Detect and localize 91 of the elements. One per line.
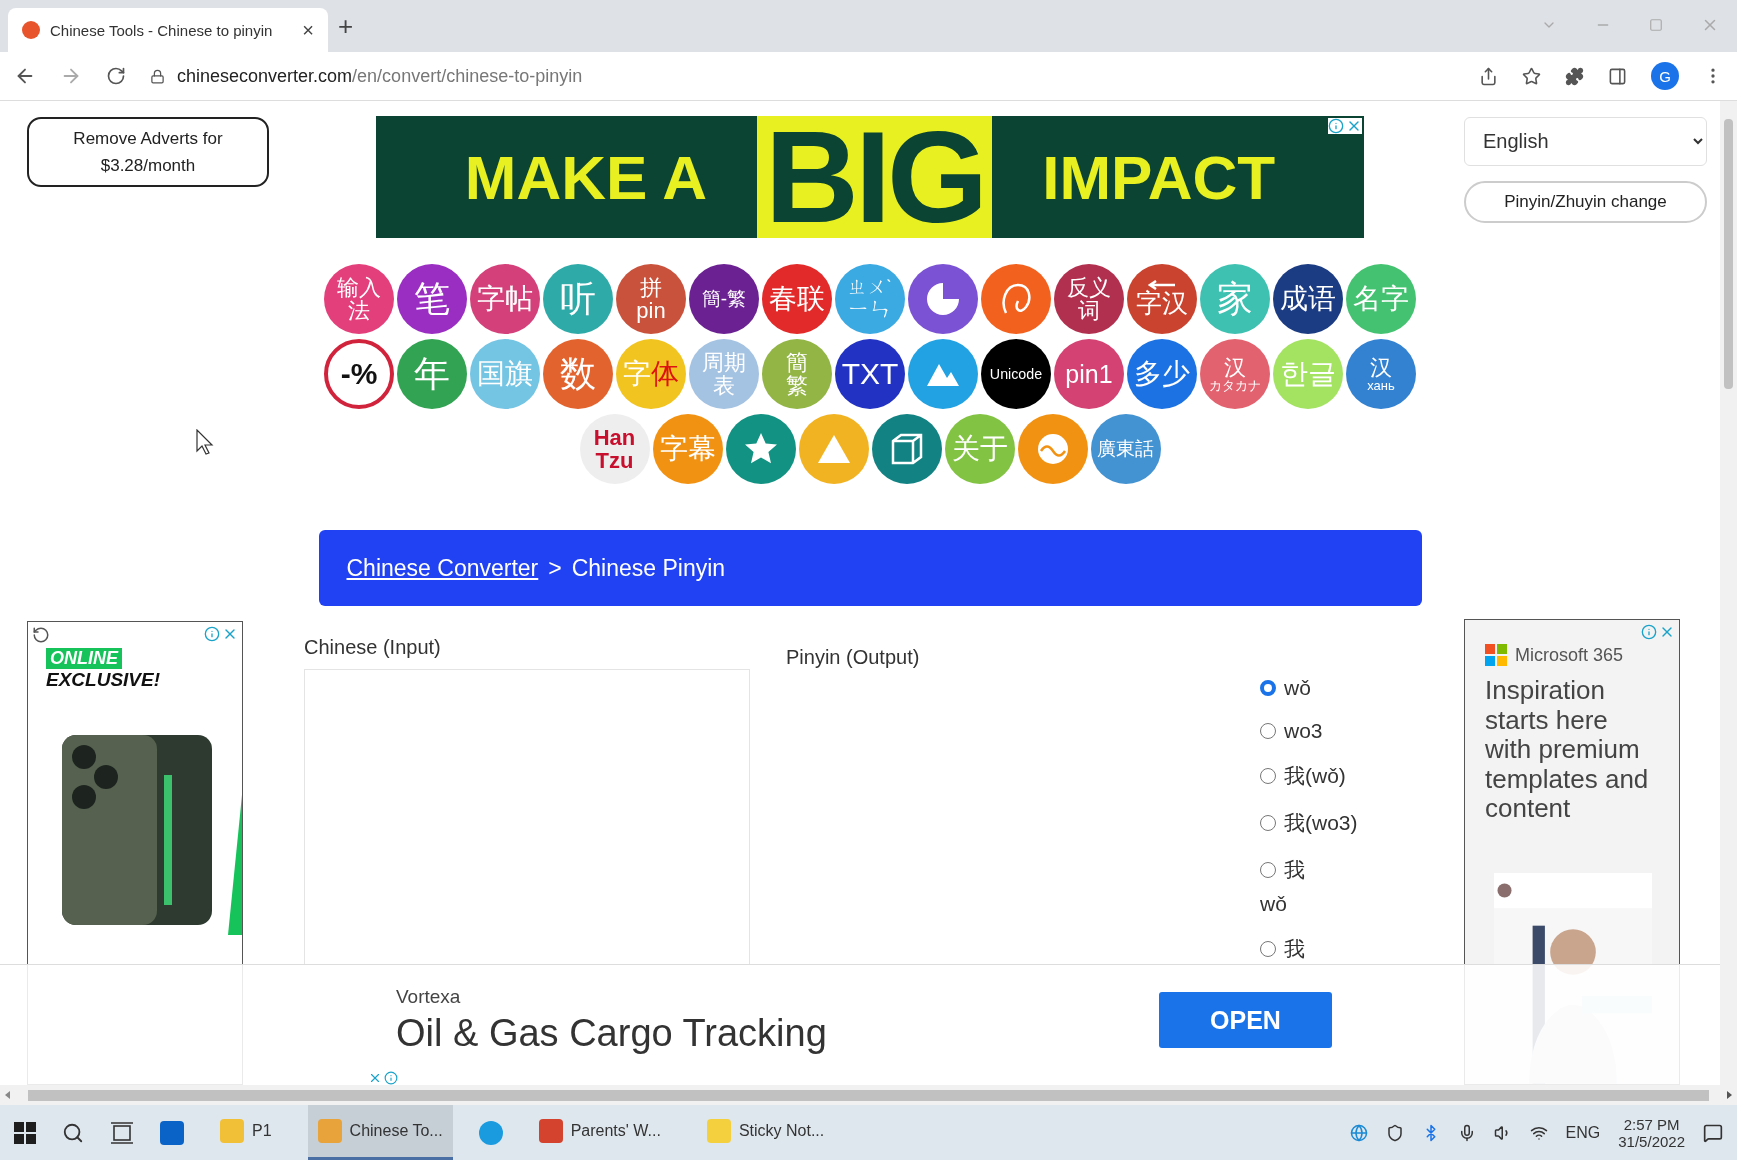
app-icon bbox=[317, 1119, 342, 1143]
input-label: Chinese (Input) bbox=[304, 636, 442, 659]
tab-title: Chinese Tools - Chinese to pinyin bbox=[50, 21, 274, 39]
info-icon[interactable] bbox=[204, 625, 220, 642]
app-icon bbox=[220, 1119, 244, 1143]
tool-link[interactable]: 簡-繁 bbox=[689, 264, 759, 334]
scroll-right-icon[interactable] bbox=[1725, 1091, 1733, 1099]
ad-headline: Oil & Gas Cargo Tracking bbox=[396, 1011, 828, 1055]
language-indicator[interactable]: ENG bbox=[1565, 1123, 1601, 1142]
url-text[interactable]: chineseconverter.com/en/convert/chinese-to-pinyin bbox=[177, 65, 583, 87]
banner-text: IMPACT bbox=[1042, 141, 1276, 213]
info-icon[interactable] bbox=[384, 1071, 398, 1085]
search-icon[interactable] bbox=[62, 1121, 84, 1144]
scrollbar-thumb[interactable] bbox=[1724, 119, 1733, 389]
remove-adverts-button[interactable]: Remove Adverts for $3.28/month bbox=[27, 117, 269, 187]
tab-close-button[interactable]: × bbox=[302, 18, 314, 42]
banner-big-text: BIG bbox=[757, 116, 993, 238]
radio-option[interactable]: 我(wo3) bbox=[1260, 809, 1450, 837]
left-arrow-icon bbox=[1147, 280, 1177, 291]
replay-icon[interactable] bbox=[32, 625, 50, 644]
new-tab-button[interactable]: + bbox=[338, 11, 354, 42]
tool-link[interactable]: 汉 хань bbox=[1346, 339, 1416, 409]
profile-avatar[interactable]: G bbox=[1651, 62, 1679, 90]
tool-link[interactable]: 笔 bbox=[397, 264, 467, 334]
tool-link[interactable]: -% bbox=[324, 339, 394, 409]
tool-link[interactable]: 汉 カタカナ bbox=[1200, 339, 1270, 409]
scrollbar-thumb[interactable] bbox=[28, 1089, 1709, 1101]
browser-app-icon[interactable] bbox=[478, 1120, 503, 1145]
taskbar-app[interactable]: Sticky Not... bbox=[696, 1105, 835, 1160]
extensions-icon[interactable] bbox=[1565, 66, 1584, 86]
tool-link[interactable]: 拼 pin bbox=[616, 264, 686, 334]
tool-link[interactable]: Han Tzu bbox=[579, 414, 650, 484]
info-icon[interactable] bbox=[1641, 624, 1657, 641]
breadcrumb-current: Chinese Pinyin bbox=[571, 554, 726, 582]
tool-link[interactable]: 廣東話 bbox=[1090, 414, 1161, 484]
ad-advertiser: Vortexa bbox=[396, 985, 462, 1008]
tool-link[interactable]: 春联 bbox=[762, 264, 832, 334]
banner-ad[interactable]: MAKE A BIG IMPACT bbox=[376, 116, 1364, 238]
globe-icon[interactable] bbox=[1349, 1123, 1368, 1142]
language-select[interactable]: English bbox=[1464, 117, 1707, 166]
mouse-cursor-icon bbox=[196, 429, 214, 455]
tool-link[interactable]: 字帖 bbox=[470, 264, 540, 334]
input-field[interactable] bbox=[304, 669, 750, 965]
windows-logo-icon bbox=[1485, 644, 1507, 667]
reload-icon[interactable] bbox=[106, 66, 126, 86]
breadcrumb-separator: > bbox=[548, 554, 562, 582]
scroll-left-icon[interactable] bbox=[4, 1091, 12, 1099]
bookmark-star-icon[interactable] bbox=[1522, 66, 1541, 86]
radio-option[interactable]: 我 wǒ bbox=[1260, 856, 1450, 916]
tool-link[interactable]: TXT bbox=[835, 339, 905, 409]
banner-text: MAKE A bbox=[464, 141, 708, 213]
radio-option[interactable]: wǒ bbox=[1260, 676, 1450, 700]
tool-link[interactable]: Unicode bbox=[981, 339, 1051, 409]
pinyin-zhuyin-button[interactable]: Pinyin/Zhuyin change bbox=[1464, 180, 1707, 224]
windows-start-icon[interactable] bbox=[14, 1121, 36, 1144]
radio-option[interactable]: wo3 bbox=[1260, 719, 1450, 743]
radio-button[interactable] bbox=[1260, 680, 1276, 696]
ad-headline: EXCLUSIVE! bbox=[46, 668, 162, 691]
tool-link[interactable]: 数 bbox=[543, 339, 613, 409]
breadcrumb-link[interactable]: Chinese Converter bbox=[346, 554, 539, 582]
tool-link[interactable]: 输入 法 bbox=[324, 264, 394, 334]
share-icon[interactable] bbox=[1479, 66, 1498, 86]
taskbar-app[interactable]: Chinese To... bbox=[307, 1105, 453, 1160]
side-panel-icon[interactable] bbox=[1608, 66, 1627, 86]
app-icon bbox=[538, 1119, 563, 1143]
ad-brand: Microsoft 365 bbox=[1515, 644, 1624, 666]
mail-app-icon[interactable] bbox=[160, 1120, 184, 1145]
tool-link[interactable]: pin1 bbox=[1054, 339, 1124, 409]
taskbar-app[interactable]: Parents' W... bbox=[528, 1105, 671, 1160]
favicon-icon bbox=[22, 21, 40, 39]
tool-link[interactable]: 反义 词 bbox=[1054, 264, 1124, 334]
shield-icon[interactable] bbox=[1385, 1123, 1404, 1142]
close-icon[interactable] bbox=[368, 1071, 382, 1085]
open-button[interactable]: OPEN bbox=[1159, 992, 1332, 1048]
ad-tag: ONLINE bbox=[46, 647, 122, 669]
task-view-icon[interactable] bbox=[110, 1121, 134, 1144]
notification-icon[interactable] bbox=[1703, 1122, 1723, 1143]
tool-link[interactable]: 年 bbox=[397, 339, 467, 409]
info-icon[interactable] bbox=[1328, 118, 1344, 134]
tool-link[interactable]: 成语 bbox=[1273, 264, 1343, 334]
radio-option[interactable]: 我(wǒ) bbox=[1260, 762, 1450, 790]
taskbar-app[interactable]: P1 bbox=[210, 1105, 282, 1160]
ad-headline: Inspiration starts here with premium templates and content bbox=[1485, 676, 1650, 824]
output-label: Pinyin (Output) bbox=[786, 646, 920, 668]
tool-link[interactable]: 字汉 bbox=[1127, 264, 1197, 334]
app-icon bbox=[706, 1119, 731, 1143]
clock[interactable]: 2:57 PM 31/5/2022 bbox=[1618, 1115, 1685, 1150]
lock-icon bbox=[150, 68, 165, 84]
radio-option[interactable]: 我 bbox=[1260, 935, 1450, 963]
tool-link[interactable]: 多少 bbox=[1127, 339, 1197, 409]
browser-tab[interactable]: Chinese Tools - Chinese to pinyin × bbox=[8, 8, 328, 52]
